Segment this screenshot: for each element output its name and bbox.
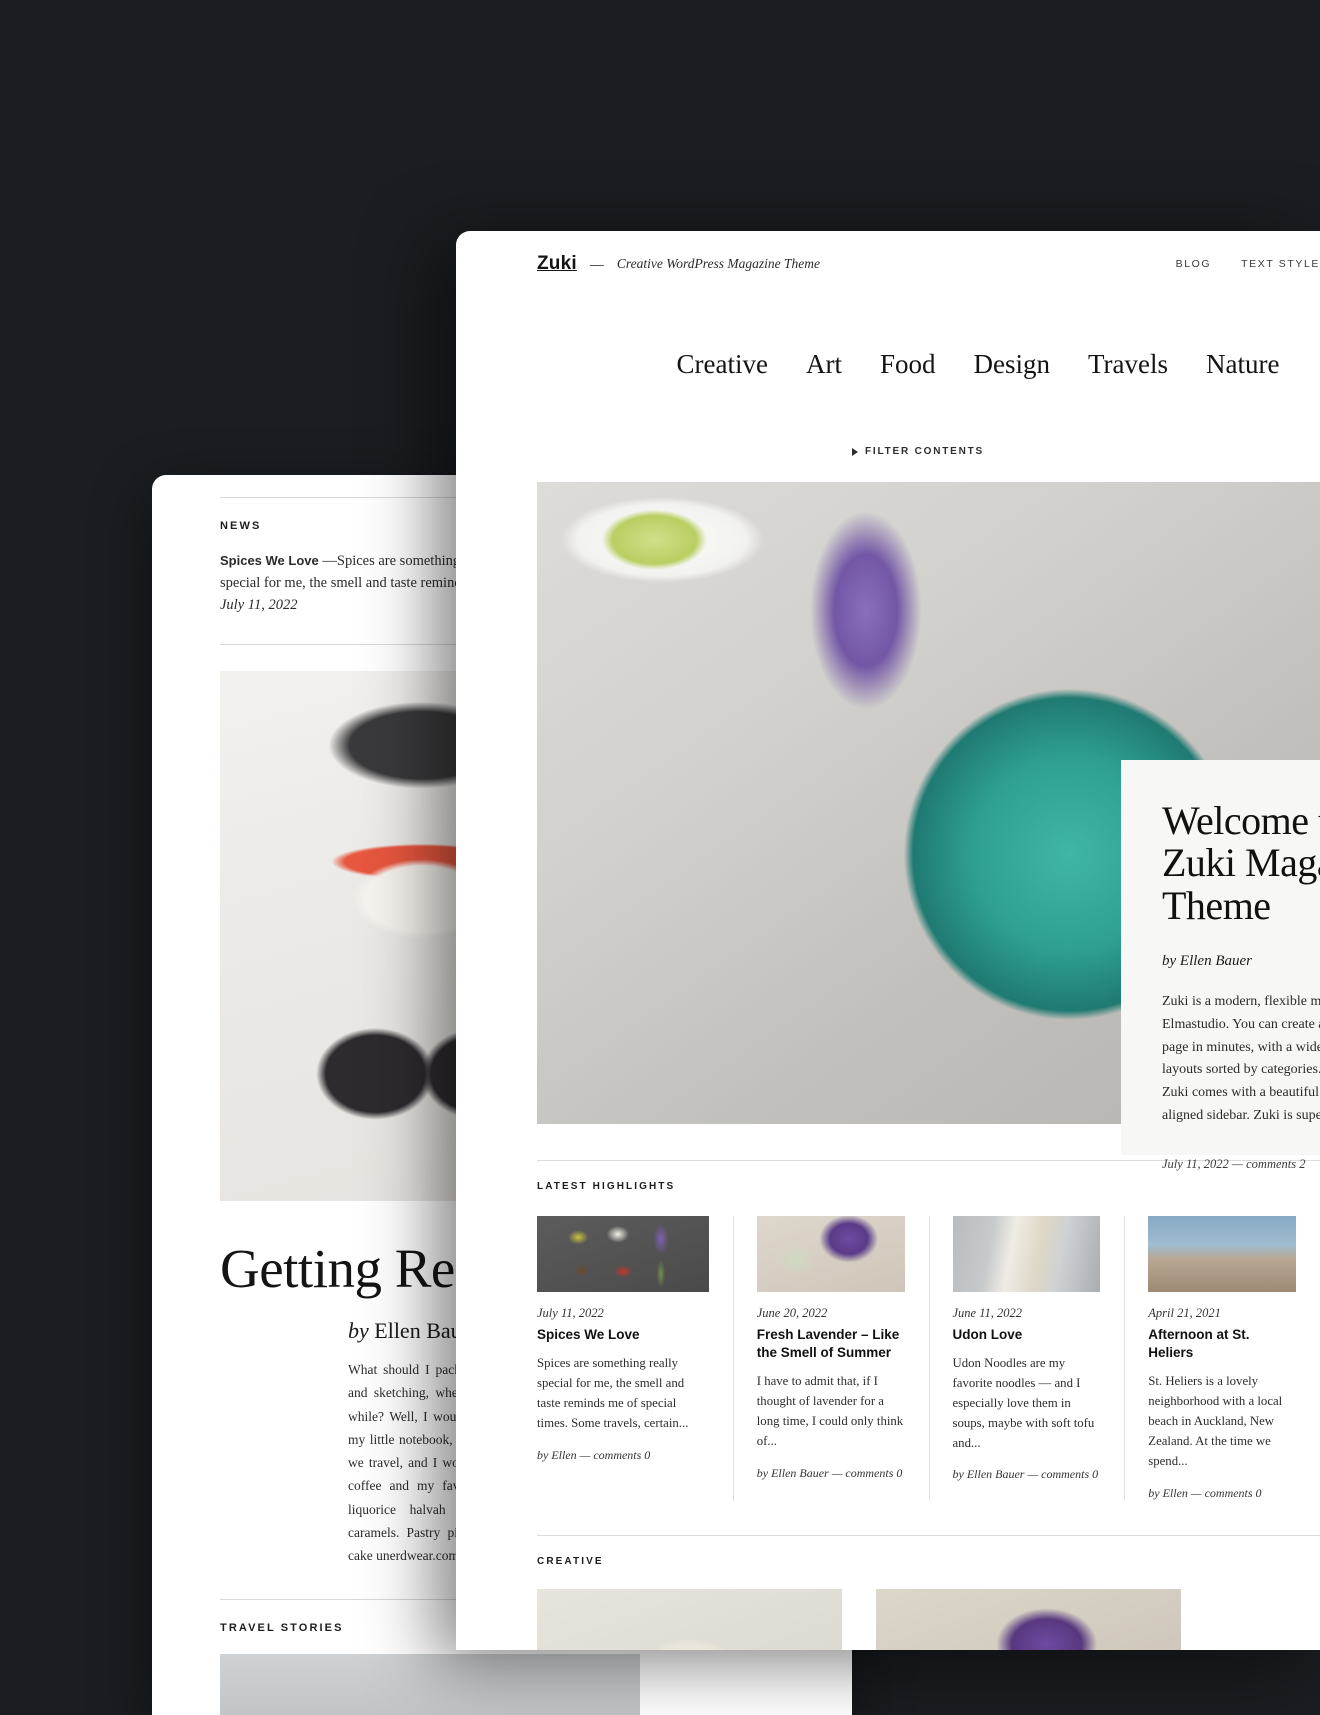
list-item[interactable]: June 11, 2022 Udon Love Udon Noodles are…: [928, 1216, 1125, 1501]
main-nav-item-creative[interactable]: Creative: [677, 349, 768, 380]
card-title[interactable]: Afternoon at St. Heliers: [1148, 1326, 1296, 1362]
filter-contents-label: FILTER CONTENTS: [864, 446, 985, 457]
card-date: July 11, 2022: [537, 1306, 604, 1320]
list-item[interactable]: July 11, 2022 Spices We Love Spices are …: [537, 1216, 733, 1501]
site-header: Zuki — Creative WordPress Magazine Theme…: [456, 231, 1320, 297]
card-thumbnail: [952, 1216, 1101, 1292]
card-excerpt: I have to admit that, if I thought of la…: [756, 1374, 904, 1448]
top-nav-item-text-style[interactable]: TEXT STYLE: [1241, 258, 1320, 270]
creative-thumbnail[interactable]: [876, 1588, 1181, 1650]
creative-thumbnails: [537, 1588, 1320, 1650]
creative-thumbnail[interactable]: [537, 1588, 842, 1650]
main-nav-item-art[interactable]: Art: [806, 349, 842, 380]
hero-title[interactable]: Welcome to theZuki MagazineTheme: [1162, 799, 1320, 927]
filter-row: FILTER CONTENTS: [456, 446, 1320, 457]
highlight-cards: July 11, 2022 Spices We Love Spices are …: [537, 1216, 1320, 1501]
card-thumbnail: [756, 1216, 905, 1292]
section-creative: CREATIVE: [537, 1501, 1320, 1650]
card-thumbnail: [1148, 1216, 1296, 1292]
card-date: June 20, 2022: [756, 1306, 828, 1320]
main-nav-item-design[interactable]: Design: [974, 349, 1051, 380]
site-tagline: Creative WordPress Magazine Theme: [616, 256, 820, 271]
card-excerpt: Spices are something really special for …: [537, 1356, 689, 1430]
travel-photo-river: [220, 1654, 640, 1715]
news-item-dash: —: [322, 553, 337, 569]
hero-featured-post[interactable]: Welcome to theZuki MagazineTheme by Elle…: [537, 482, 1320, 1171]
main-nav-item-travels[interactable]: Travels: [1088, 349, 1168, 380]
card-date: April 21, 2021: [1148, 1306, 1221, 1320]
top-nav-item-blog[interactable]: BLOG: [1176, 258, 1212, 270]
section-label-creative: CREATIVE: [537, 1555, 604, 1567]
list-item[interactable]: April 21, 2021 Afternoon at St. Heliers …: [1124, 1216, 1320, 1501]
news-item-title[interactable]: Spices We Love: [220, 553, 319, 568]
hero-excerpt: Zuki is a modern, flexible magazine them…: [1162, 994, 1320, 1123]
top-nav: BLOG TEXT STYLE: [1176, 258, 1320, 270]
section-label-latest-highlights: LATEST HIGHLIGHTS: [537, 1181, 676, 1192]
byline-prefix: by: [348, 1318, 369, 1344]
triangle-right-icon: [851, 447, 858, 456]
card-title[interactable]: Spices We Love: [537, 1326, 709, 1344]
hero-byline: by Ellen Bauer: [1162, 953, 1252, 970]
filter-contents-button[interactable]: FILTER CONTENTS: [851, 446, 985, 457]
card-thumbnail: [537, 1216, 709, 1292]
card-title[interactable]: Fresh Lavender – Like the Smell of Summe…: [757, 1326, 905, 1362]
main-nav-item-nature[interactable]: Nature: [1206, 349, 1279, 380]
card-meta: by Ellen — comments 0: [537, 1447, 651, 1462]
front-browser-window: Zuki — Creative WordPress Magazine Theme…: [456, 231, 1320, 1650]
site-logo[interactable]: Zuki: [537, 253, 577, 275]
card-meta: by Ellen — comments 0: [1148, 1485, 1262, 1500]
list-item[interactable]: June 20, 2022 Fresh Lavender – Like the …: [732, 1216, 929, 1501]
card-date: June 11, 2022: [952, 1306, 1023, 1320]
section-latest-highlights: LATEST HIGHLIGHTS July 11, 2022 Spices W…: [537, 1124, 1320, 1501]
hero-meta: July 11, 2022 — comments 2: [1162, 1157, 1306, 1172]
card-excerpt: Udon Noodles are my favorite noodles — a…: [952, 1356, 1095, 1450]
card-meta: by Ellen Bauer — comments 0: [756, 1465, 903, 1480]
hero-card: Welcome to theZuki MagazineTheme by Elle…: [1121, 760, 1320, 1171]
card-title[interactable]: Udon Love: [953, 1326, 1101, 1344]
card-excerpt: St. Heliers is a lovely neighborhood wit…: [1148, 1374, 1283, 1468]
news-item-date: July 11, 2022: [220, 596, 298, 613]
card-meta: by Ellen Bauer — comments 0: [952, 1467, 1099, 1482]
main-nav-item-food[interactable]: Food: [880, 349, 936, 380]
header-dash: —: [589, 256, 604, 272]
main-nav: Creative Art Food Design Travels Nature: [456, 349, 1320, 380]
